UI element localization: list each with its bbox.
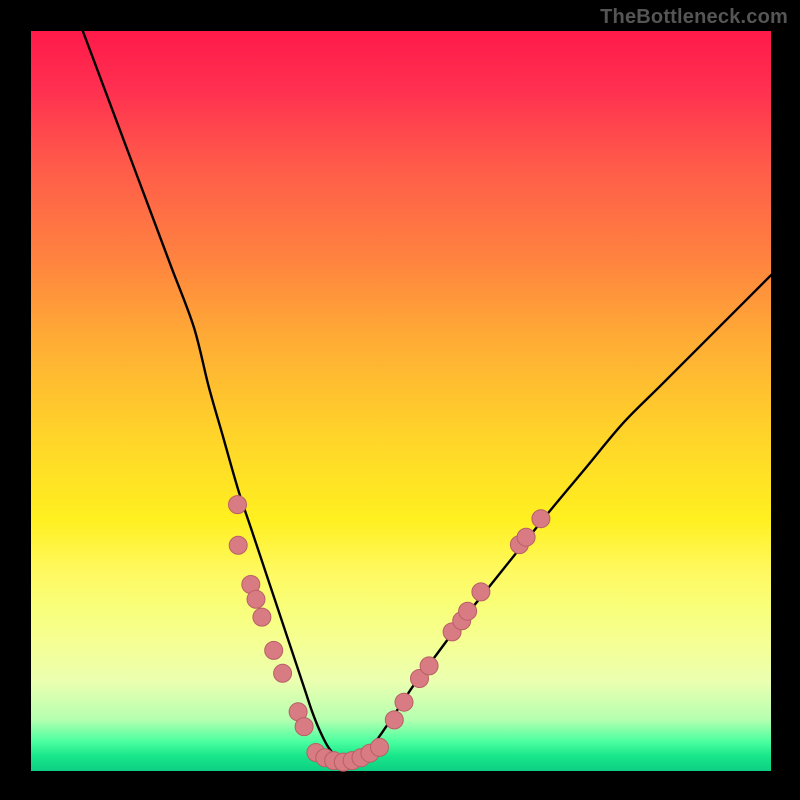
data-marker xyxy=(517,528,535,546)
credit-watermark: TheBottleneck.com xyxy=(600,6,788,29)
curve-svg xyxy=(31,31,771,771)
data-marker xyxy=(459,602,477,620)
data-marker xyxy=(229,536,247,554)
data-markers xyxy=(229,496,550,771)
bottleneck-curve xyxy=(83,31,771,762)
data-marker xyxy=(395,693,413,711)
data-marker xyxy=(532,510,550,528)
data-marker xyxy=(295,718,313,736)
chart-frame: TheBottleneck.com xyxy=(0,0,800,800)
data-marker xyxy=(229,496,247,514)
data-marker xyxy=(253,608,271,626)
data-marker xyxy=(265,641,283,659)
plot-area xyxy=(31,31,771,771)
data-marker xyxy=(385,711,403,729)
data-marker xyxy=(371,738,389,756)
data-marker xyxy=(247,590,265,608)
data-marker xyxy=(472,583,490,601)
data-marker xyxy=(274,664,292,682)
data-marker xyxy=(420,657,438,675)
